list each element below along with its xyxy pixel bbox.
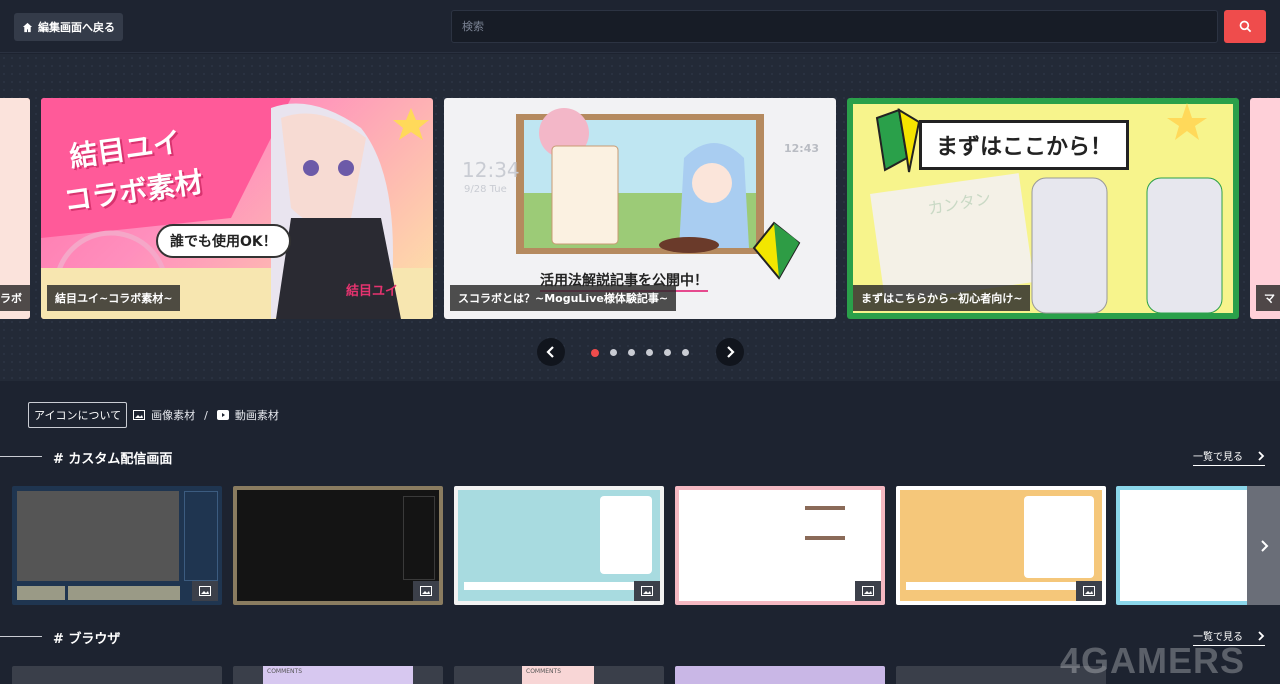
carousel-slide[interactable]: まずはここから！ カンタン まずはこちらから~初心者向け~ <box>847 98 1239 319</box>
carousel-dot[interactable] <box>646 349 653 356</box>
carousel-next-button[interactable] <box>716 338 744 366</box>
image-icon <box>641 586 653 596</box>
chevron-right-icon <box>1258 630 1265 641</box>
template-thumbnail[interactable] <box>896 486 1106 605</box>
section-title-custom-screens: # カスタム配信画面 <box>53 452 173 467</box>
top-bar: 編集画面へ戻る 検索 <box>0 0 1280 53</box>
template-thumbnail[interactable] <box>675 666 885 684</box>
chevron-right-icon <box>727 346 735 358</box>
watermark: 4GAMERS <box>1060 640 1246 681</box>
search-icon <box>1239 20 1251 33</box>
slide-caption: 結目ユイ~コラボ素材~ <box>47 285 181 311</box>
image-icon <box>1083 586 1095 596</box>
see-all-link[interactable]: 一覧で見る <box>1193 448 1265 466</box>
carousel-dot[interactable] <box>682 349 689 356</box>
clock-b: 12:43 <box>784 142 820 155</box>
browser-label: COMMENTS <box>522 666 594 684</box>
carousel-dot[interactable] <box>628 349 635 356</box>
chevron-left-icon <box>546 346 554 358</box>
art-banner: まずはここから！ <box>919 120 1130 170</box>
section-title-browser: # ブラウザ <box>53 632 121 647</box>
banner-carousel: ラボ 結目ユイ コラボ素材 誰でも使用OK！ 結目ユイ 結目ユイ~コラボ素材~ <box>0 54 1280 381</box>
template-thumbnail[interactable] <box>12 666 222 684</box>
carousel-slide[interactable]: マ <box>1250 98 1280 319</box>
browser-label: COMMENTS <box>263 666 413 684</box>
carousel-slide[interactable]: ラボ <box>0 98 30 319</box>
about-icons-button[interactable]: アイコンについて <box>28 402 128 428</box>
search-button[interactable] <box>1224 10 1266 43</box>
slide-caption: スコラボとは？~MoguLive様体験記事~ <box>450 285 677 311</box>
image-icon <box>862 586 874 596</box>
section-divider <box>0 456 42 457</box>
see-all-label: 一覧で見る <box>1193 452 1243 463</box>
carousel-slide[interactable]: 12:34 9/28 Tue 12:43 活用法解説記事を公開中！ スコラボとは… <box>444 98 836 319</box>
slide-caption: まずはこちらから~初心者向け~ <box>853 285 1031 311</box>
chevron-right-icon <box>1258 450 1265 461</box>
slide-caption: マ <box>1256 285 1280 311</box>
image-material-badge <box>634 581 660 601</box>
search-input[interactable]: 検索 <box>451 10 1218 43</box>
slide-caption: ラボ <box>0 285 30 311</box>
image-material-badge <box>413 581 439 601</box>
template-thumbnail[interactable] <box>454 486 664 605</box>
image-material-badge <box>855 581 881 601</box>
template-thumbnail[interactable]: COMMENTS <box>454 666 664 684</box>
video-material-label: 動画素材 <box>234 409 279 422</box>
back-label: 編集画面へ戻る <box>38 21 115 34</box>
template-thumbnail[interactable] <box>233 486 443 605</box>
icon-legend: アイコンについて 画像素材 / 動画素材 <box>28 402 279 428</box>
art-bubble: 誰でも使用OK！ <box>156 224 291 258</box>
video-icon <box>216 410 229 420</box>
legend-separator: / <box>204 408 208 422</box>
section-divider <box>0 636 42 637</box>
clock-a: 12:34 <box>462 158 520 182</box>
back-to-editor-button[interactable]: 編集画面へ戻る <box>14 13 123 41</box>
carousel-dot-active[interactable] <box>591 349 599 357</box>
home-icon <box>22 22 33 32</box>
image-icon <box>420 586 432 596</box>
image-material-badge <box>1076 581 1102 601</box>
row-next-button[interactable] <box>1247 486 1280 605</box>
template-thumbnail[interactable] <box>675 486 885 605</box>
image-material-label: 画像素材 <box>151 409 196 422</box>
template-thumbnail[interactable] <box>12 486 222 605</box>
image-icon <box>199 586 211 596</box>
chevron-right-icon <box>1260 539 1268 552</box>
art-stamp: 結目ユイ <box>346 284 399 299</box>
carousel-prev-button[interactable] <box>537 338 565 366</box>
carousel-slide[interactable]: 結目ユイ コラボ素材 誰でも使用OK！ 結目ユイ 結目ユイ~コラボ素材~ <box>41 98 433 319</box>
image-material-badge <box>192 581 218 601</box>
carousel-dot[interactable] <box>610 349 617 356</box>
carousel-dot[interactable] <box>664 349 671 356</box>
date-a: 9/28 Tue <box>464 184 507 195</box>
template-thumbnail[interactable]: COMMENTS <box>233 666 443 684</box>
image-icon <box>133 410 146 420</box>
